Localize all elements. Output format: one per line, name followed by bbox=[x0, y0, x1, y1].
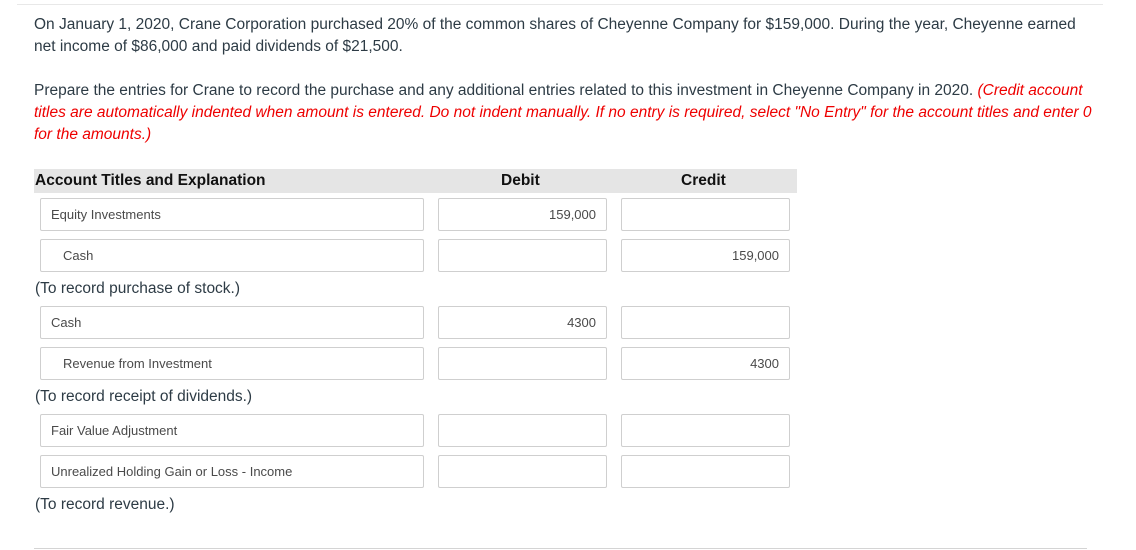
debit-field[interactable]: 4300 bbox=[438, 306, 607, 339]
header-credit: Credit bbox=[681, 172, 726, 189]
debit-field[interactable] bbox=[438, 455, 607, 488]
account-title-field[interactable]: Equity Investments bbox=[40, 198, 424, 231]
credit-field[interactable]: 4300 bbox=[621, 347, 790, 380]
credit-field[interactable] bbox=[621, 198, 790, 231]
instructions: Prepare the entries for Crane to record … bbox=[34, 80, 1094, 146]
account-title-field[interactable]: Cash bbox=[40, 306, 424, 339]
account-title-field[interactable]: Cash bbox=[40, 239, 424, 272]
account-title-field[interactable]: Unrealized Holding Gain or Loss - Income bbox=[40, 455, 424, 488]
account-title-field[interactable]: Fair Value Adjustment bbox=[40, 414, 424, 447]
debit-field[interactable] bbox=[438, 239, 607, 272]
entry-explanation: (To record receipt of dividends.) bbox=[35, 388, 253, 405]
entry-explanation: (To record purchase of stock.) bbox=[35, 280, 241, 297]
credit-field[interactable]: 159,000 bbox=[621, 239, 790, 272]
credit-field[interactable] bbox=[621, 306, 790, 339]
header-account-titles: Account Titles and Explanation bbox=[35, 172, 266, 189]
header-debit: Debit bbox=[501, 172, 540, 189]
journal-table-header: Account Titles and Explanation Debit Cre… bbox=[34, 169, 797, 193]
debit-field[interactable] bbox=[438, 414, 607, 447]
bottom-divider bbox=[34, 548, 1087, 549]
debit-field[interactable] bbox=[438, 347, 607, 380]
credit-field[interactable] bbox=[621, 414, 790, 447]
account-title-field[interactable]: Revenue from Investment bbox=[40, 347, 424, 380]
debit-field[interactable]: 159,000 bbox=[438, 198, 607, 231]
problem-statement: On January 1, 2020, Crane Corporation pu… bbox=[34, 16, 1076, 55]
top-divider bbox=[17, 4, 1103, 5]
credit-field[interactable] bbox=[621, 455, 790, 488]
instructions-text: Prepare the entries for Crane to record … bbox=[34, 82, 978, 99]
entry-explanation: (To record revenue.) bbox=[35, 496, 175, 513]
